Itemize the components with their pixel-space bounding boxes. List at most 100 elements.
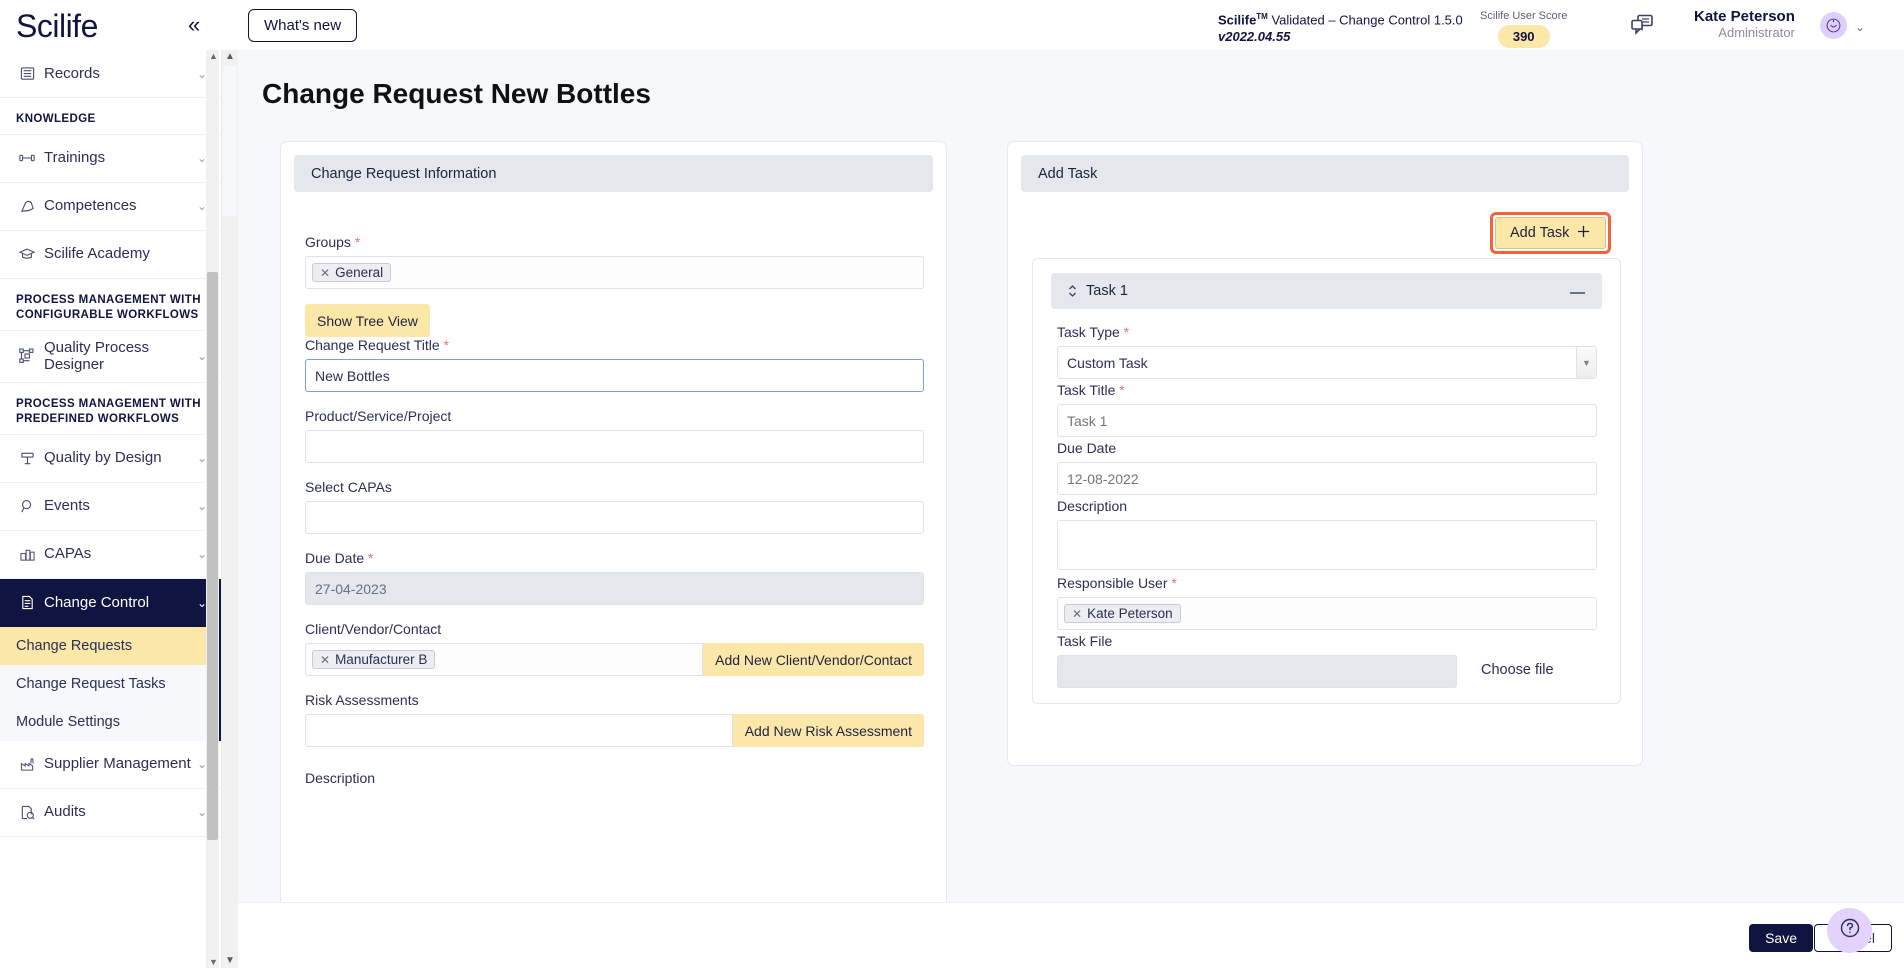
select-capas-input[interactable] bbox=[305, 501, 924, 534]
task-type-select[interactable] bbox=[1057, 346, 1597, 379]
task-due-date-input[interactable] bbox=[1057, 462, 1597, 495]
task-title-field: Task Title * bbox=[1057, 382, 1597, 437]
question-mark-icon bbox=[1839, 917, 1861, 944]
task-title-label: Task Title bbox=[1057, 382, 1116, 398]
page-title: Change Request New Bottles bbox=[262, 78, 651, 109]
user-name: Kate Peterson bbox=[1694, 8, 1795, 25]
responsible-user-tag[interactable]: ✕ Kate Peterson bbox=[1064, 604, 1181, 623]
sort-updown-icon[interactable] bbox=[1067, 284, 1078, 298]
sidebar-section-configurable-workflows: PROCESS MANAGEMENT WITH CONFIGURABLE WOR… bbox=[0, 279, 221, 331]
add-task-button[interactable]: Add Task bbox=[1495, 217, 1607, 249]
description-label: Description bbox=[305, 770, 376, 786]
help-button[interactable] bbox=[1827, 908, 1872, 953]
sidebar-item-scilife-academy[interactable]: Scilife Academy bbox=[0, 231, 221, 279]
product-name: Scilife bbox=[1218, 12, 1257, 28]
sidebar-item-trainings[interactable]: Trainings ⌄ bbox=[0, 135, 221, 183]
sidebar-item-competences[interactable]: Competences ⌄ bbox=[0, 183, 221, 231]
task-title-text: Task 1 bbox=[1086, 283, 1128, 299]
sidebar-section-knowledge: KNOWLEDGE bbox=[0, 98, 221, 135]
avatar[interactable] bbox=[1820, 12, 1847, 39]
required-marker: * bbox=[443, 337, 449, 353]
product-service-project-field: Product/Service/Project bbox=[305, 408, 924, 463]
remove-tag-icon[interactable]: ✕ bbox=[320, 266, 330, 280]
required-marker: * bbox=[368, 550, 374, 566]
main-scroll-up-icon[interactable]: ▲ bbox=[222, 50, 238, 64]
product-suffix: Validated – Change Control 1.5.0 bbox=[1267, 12, 1463, 28]
task-header[interactable]: Task 1 bbox=[1051, 273, 1602, 309]
whats-new-button[interactable]: What's new bbox=[248, 9, 358, 42]
chevron-down-icon[interactable]: ⌄ bbox=[1855, 20, 1865, 34]
sidebar-item-quality-by-design[interactable]: Quality by Design ⌄ bbox=[0, 435, 221, 483]
groups-tag[interactable]: ✕ General bbox=[312, 263, 392, 282]
groups-input[interactable]: ✕ General bbox=[305, 256, 924, 289]
top-bar: Scilife « What's new ScilifeTM Validated… bbox=[0, 0, 1904, 50]
main-scroll-down-icon[interactable]: ▼ bbox=[222, 954, 238, 968]
add-task-button-label: Add Task bbox=[1510, 225, 1570, 241]
client-vendor-contact-label: Client/Vendor/Contact bbox=[305, 621, 442, 637]
client-tag-label: Manufacturer B bbox=[335, 652, 428, 667]
sidebar-item-change-requests[interactable]: Change Requests bbox=[0, 626, 221, 665]
save-button[interactable]: Save bbox=[1749, 924, 1813, 952]
user-score-label: Scilife User Score bbox=[1480, 10, 1568, 22]
sidebar-scroll-down-icon[interactable]: ▼ bbox=[208, 956, 219, 968]
flow-diagram-icon bbox=[16, 348, 38, 364]
user-info: Kate Peterson Administrator bbox=[1694, 8, 1795, 40]
client-vendor-contact-input[interactable]: ✕ Manufacturer B bbox=[305, 643, 704, 676]
add-new-client-vendor-contact-button[interactable]: Add New Client/Vendor/Contact bbox=[703, 643, 924, 676]
risk-assessments-input[interactable] bbox=[305, 714, 733, 747]
due-date-input[interactable] bbox=[305, 572, 924, 605]
product-service-project-label: Product/Service/Project bbox=[305, 408, 452, 424]
product-info: ScilifeTM Validated – Change Control 1.5… bbox=[1218, 12, 1463, 45]
sidebar-item-label: Supplier Management bbox=[44, 755, 191, 773]
sidebar-item-label: CAPAs bbox=[44, 545, 92, 563]
task-description-label: Description bbox=[1057, 498, 1128, 514]
minus-icon[interactable] bbox=[1569, 283, 1586, 299]
add-task-card: Add Task Add Task Task 1 Task Type * Cus… bbox=[1007, 141, 1643, 766]
sidebar-item-label: Competences bbox=[44, 197, 137, 215]
main-scrollbar-thumb[interactable] bbox=[223, 66, 237, 216]
sidebar-scroll-up-icon[interactable]: ▲ bbox=[208, 50, 219, 62]
sidebar-item-change-request-tasks[interactable]: Change Request Tasks bbox=[0, 664, 221, 703]
sidebar-item-label: Change Control bbox=[44, 593, 150, 611]
description-field: Description bbox=[305, 770, 924, 792]
chat-bubble-icon[interactable] bbox=[1630, 14, 1654, 41]
product-version: v2022.04.55 bbox=[1218, 28, 1291, 44]
task-description-textarea[interactable] bbox=[1057, 520, 1597, 570]
sidebar-scrollbar-thumb[interactable] bbox=[207, 272, 218, 840]
change-request-title-label: Change Request Title bbox=[305, 337, 440, 353]
task-title-input[interactable] bbox=[1057, 404, 1597, 437]
change-request-title-input[interactable] bbox=[305, 359, 924, 392]
groups-label: Groups bbox=[305, 234, 351, 250]
required-marker: * bbox=[1119, 382, 1125, 398]
muscle-icon bbox=[16, 199, 38, 214]
add-new-risk-assessment-button[interactable]: Add New Risk Assessment bbox=[732, 714, 924, 747]
user-score-badge[interactable]: 390 bbox=[1497, 25, 1550, 48]
responsible-user-label: Responsible User bbox=[1057, 575, 1168, 591]
user-score: Scilife User Score 390 bbox=[1480, 10, 1567, 48]
task-due-date-label: Due Date bbox=[1057, 440, 1117, 456]
choose-file-button[interactable]: Choose file bbox=[1481, 655, 1554, 686]
risk-assessments-field: Risk Assessments Add New Risk Assessment bbox=[305, 692, 924, 747]
sidebar-item-module-settings[interactable]: Module Settings bbox=[0, 702, 221, 741]
remove-tag-icon[interactable]: ✕ bbox=[320, 653, 330, 667]
risk-assessments-label: Risk Assessments bbox=[305, 692, 419, 708]
responsible-user-input[interactable]: ✕ Kate Peterson bbox=[1057, 597, 1597, 630]
sidebar-item-capas[interactable]: CAPAs ⌄ bbox=[0, 531, 221, 579]
sidebar-item-audits[interactable]: Audits ⌄ bbox=[0, 789, 221, 837]
footer-bar: Save Cancel bbox=[222, 902, 1904, 968]
chevron-down-icon[interactable]: ▼ bbox=[1576, 347, 1596, 378]
app-logo[interactable]: Scilife bbox=[16, 8, 98, 45]
task-file-field: Task File Choose file bbox=[1057, 633, 1597, 688]
product-service-project-input[interactable] bbox=[305, 430, 924, 463]
change-request-information-card: Change Request Information Groups * ✕ Ge… bbox=[280, 141, 947, 967]
sidebar-item-records[interactable]: Records ⌄ bbox=[0, 50, 221, 98]
sidebar-item-supplier-management[interactable]: Supplier Management ⌄ bbox=[0, 741, 221, 789]
remove-tag-icon[interactable]: ✕ bbox=[1072, 607, 1082, 621]
sidebar-item-events[interactable]: Events ⌄ bbox=[0, 483, 221, 531]
sidebar-subitem-label: Module Settings bbox=[16, 713, 120, 730]
sidebar-collapse-icon[interactable]: « bbox=[188, 14, 200, 36]
sidebar-item-quality-process-designer[interactable]: Quality Process Designer ⌄ bbox=[0, 331, 221, 383]
show-tree-view-button[interactable]: Show Tree View bbox=[305, 304, 430, 337]
sidebar-item-change-control[interactable]: Change Control ⌄ bbox=[0, 578, 221, 627]
client-tag[interactable]: ✕ Manufacturer B bbox=[312, 650, 436, 669]
